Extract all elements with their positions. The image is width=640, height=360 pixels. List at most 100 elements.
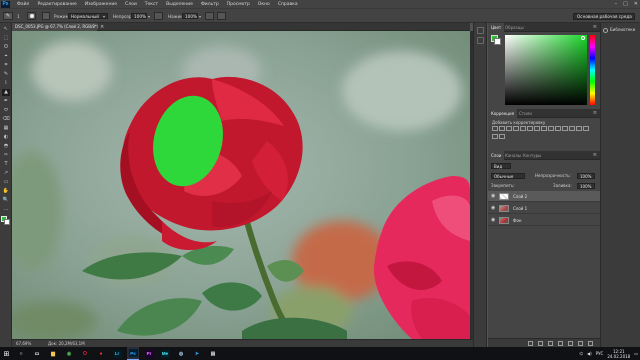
new-layer-icon[interactable]	[578, 341, 583, 346]
panel-menu-icon[interactable]: ≡	[593, 151, 597, 160]
color-picker-cursor[interactable]	[581, 36, 585, 40]
clock[interactable]: 12:21 24.02.2018	[607, 349, 630, 359]
background-color[interactable]	[494, 38, 501, 45]
exposure-icon[interactable]	[513, 126, 519, 131]
healing-tool[interactable]: ⌇	[2, 80, 10, 87]
steam-icon[interactable]: ◍	[175, 347, 187, 360]
menu-layers[interactable]: Слои	[121, 2, 141, 7]
blur-tool[interactable]: ◐	[2, 134, 10, 141]
background-color-swatch[interactable]	[4, 219, 10, 225]
close-document-icon[interactable]: ×	[100, 23, 104, 31]
hue-sat-icon[interactable]	[527, 126, 533, 131]
volume-icon[interactable]: ◀)	[587, 351, 592, 356]
hue-slider[interactable]	[590, 35, 595, 105]
pressure-input[interactable]: 100%	[182, 13, 198, 19]
brush-tool[interactable]: ▲	[2, 89, 10, 96]
menu-image[interactable]: Изображение	[81, 2, 121, 7]
airbrush-icon[interactable]	[205, 12, 214, 20]
document-tab[interactable]: DSC_0053.JPG @ 67,7% (Слой 2, RGB/8*)	[12, 23, 98, 31]
eraser-tool[interactable]: ⌫	[2, 116, 10, 123]
menu-help[interactable]: Справка	[274, 2, 302, 7]
selective-color-icon[interactable]	[499, 134, 505, 139]
tool-preset-picker[interactable]: ✎	[3, 12, 13, 20]
eye-icon[interactable]: ◉	[491, 205, 495, 211]
brush-panel-icon[interactable]	[42, 12, 50, 20]
explorer-icon[interactable]: ▆	[47, 347, 59, 360]
eyedropper-tool[interactable]: ✎	[2, 71, 10, 78]
windows-start-icon[interactable]: ⊞	[0, 347, 13, 360]
zoom-tool[interactable]: 🔍	[2, 197, 10, 204]
marquee-tool[interactable]: ⬚	[2, 35, 10, 42]
history-brush-tool[interactable]: ⬭	[2, 107, 10, 114]
layer-opacity-input[interactable]: 100%	[577, 173, 595, 179]
mode-select[interactable]: Нормальный	[68, 13, 108, 19]
menu-window[interactable]: Окно	[254, 2, 274, 7]
workspace-select[interactable]: Основная рабочая среда	[573, 13, 635, 20]
curves-icon[interactable]	[506, 126, 512, 131]
opera-icon[interactable]: O	[79, 347, 91, 360]
photo-filter-icon[interactable]	[548, 126, 554, 131]
color-picker-field[interactable]	[505, 35, 587, 105]
eye-icon[interactable]: ◉	[491, 193, 495, 199]
tab-swatches[interactable]: Образцы	[502, 23, 527, 32]
lookup-icon[interactable]	[562, 126, 568, 131]
adjustment-layer-icon[interactable]	[558, 341, 563, 346]
minimize-button[interactable]: –	[615, 1, 618, 7]
layer-row[interactable]: ◉ Фон	[488, 215, 600, 226]
more-tools[interactable]: …	[2, 206, 10, 213]
layer-row[interactable]: ◉ Слой 1	[488, 203, 600, 214]
menu-select[interactable]: Выделение	[162, 2, 197, 7]
menu-type[interactable]: Текст	[141, 2, 162, 7]
levels-icon[interactable]	[499, 126, 505, 131]
menu-view[interactable]: Просмотр	[223, 2, 254, 7]
channel-mixer-icon[interactable]	[555, 126, 561, 131]
chrome-icon[interactable]: ◉	[63, 347, 75, 360]
group-icon[interactable]	[568, 341, 573, 346]
pen-tool[interactable]: ✑	[2, 152, 10, 159]
lightroom-icon[interactable]: Lr	[111, 347, 123, 360]
chevron-down-icon[interactable]: ▾	[148, 14, 150, 19]
shape-tool[interactable]: ▭	[2, 179, 10, 186]
path-select-tool[interactable]: ↗	[2, 170, 10, 177]
posterize-icon[interactable]	[576, 126, 582, 131]
blend-mode-select[interactable]: Обычные	[491, 173, 525, 179]
panel-menu-icon[interactable]: ≡	[593, 109, 597, 118]
tab-styles[interactable]: Стили	[516, 109, 535, 118]
tablet-size-icon[interactable]	[217, 12, 226, 20]
menu-edit[interactable]: Редактирование	[33, 2, 80, 7]
opacity-input[interactable]: 100%	[131, 13, 147, 19]
layer-style-icon[interactable]	[538, 341, 543, 346]
task-view-icon[interactable]: ▭	[31, 347, 43, 360]
crop-tool[interactable]: ⌗	[2, 62, 10, 69]
telegram-icon[interactable]: ➤	[191, 347, 203, 360]
photoshop-icon[interactable]: Ps	[127, 347, 139, 360]
notifications-icon[interactable]: ▭	[634, 351, 638, 356]
panel-menu-icon[interactable]: ≡	[593, 23, 597, 32]
layer-kind-select[interactable]: Вид	[491, 163, 511, 169]
threshold-icon[interactable]	[583, 126, 589, 131]
tablet-opacity-icon[interactable]	[154, 12, 163, 20]
search-icon[interactable]: ○	[15, 347, 27, 360]
gradient-map-icon[interactable]	[492, 134, 498, 139]
network-icon[interactable]: ⌬	[580, 351, 584, 356]
canvas[interactable]	[12, 31, 470, 339]
clone-stamp-tool[interactable]: ✒	[2, 98, 10, 105]
color-balance-icon[interactable]	[534, 126, 540, 131]
type-tool[interactable]: T	[2, 161, 10, 168]
properties-icon[interactable]	[477, 37, 484, 44]
history-icon[interactable]	[477, 27, 484, 34]
gradient-tool[interactable]: ▦	[2, 125, 10, 132]
bw-icon[interactable]	[541, 126, 547, 131]
mask-icon[interactable]	[548, 341, 553, 346]
premiere-icon[interactable]: Pr	[143, 347, 155, 360]
brightness-icon[interactable]	[492, 126, 498, 131]
libraries-button[interactable]: Библиотеки	[603, 26, 639, 34]
yandex-browser-icon[interactable]: ●	[95, 347, 107, 360]
maximize-button[interactable]: □	[623, 1, 628, 7]
invert-icon[interactable]	[569, 126, 575, 131]
media-encoder-icon[interactable]: Me	[159, 347, 171, 360]
trash-icon[interactable]	[588, 341, 593, 346]
folder-icon[interactable]: ▤	[207, 347, 219, 360]
layer-row[interactable]: ◉ Слой 2	[488, 191, 600, 202]
close-button[interactable]: ✕	[634, 1, 638, 7]
